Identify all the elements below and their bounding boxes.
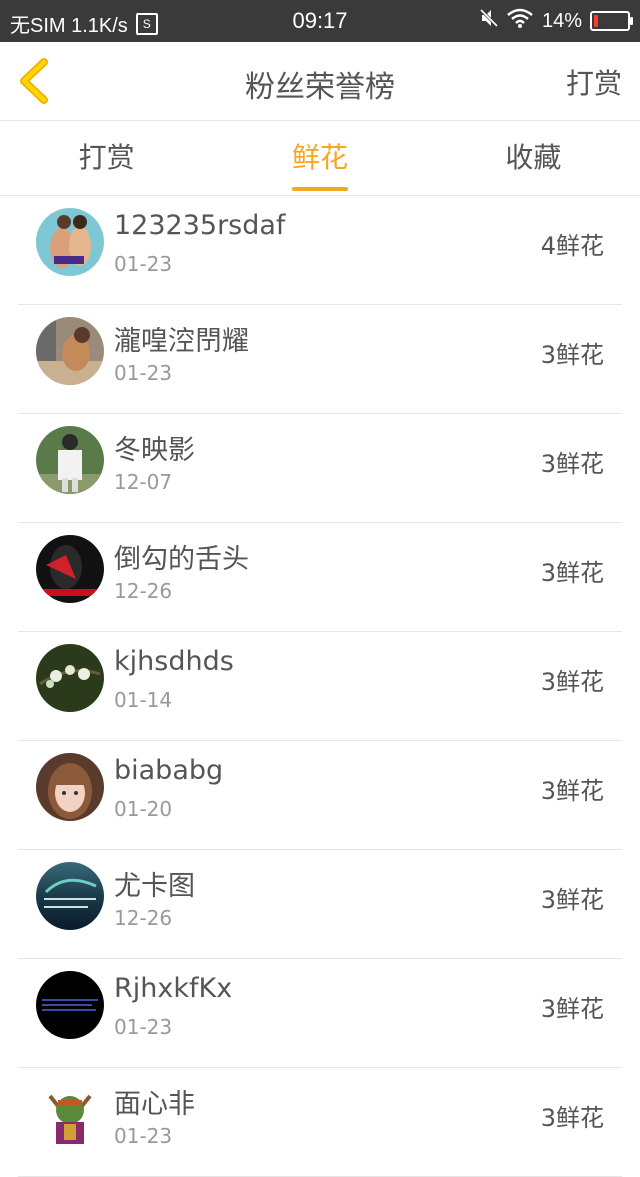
battery-icon xyxy=(590,11,633,31)
flower-count: 3鲜花 xyxy=(540,1104,604,1132)
reward-button[interactable]: 打赏 xyxy=(566,62,622,102)
list-item[interactable]: 冬映影 12-07 3鲜花 xyxy=(18,414,622,523)
list-item[interactable]: biababg 01-20 3鲜花 xyxy=(18,741,622,850)
avatar[interactable] xyxy=(36,535,104,603)
user-name: 倒勾的舌头 xyxy=(114,544,249,575)
flower-count: 3鲜花 xyxy=(540,559,604,587)
tab-bar: 打赏 鲜花 收藏 xyxy=(0,121,640,196)
page-title: 粉丝荣誉榜 xyxy=(245,70,395,105)
status-right: 14% xyxy=(479,8,633,34)
user-name: 瀧喤涳閅耀 xyxy=(114,326,249,357)
user-name: 面心非 xyxy=(114,1089,195,1120)
list-item[interactable]: 123235rsdaf 01-23 4鲜花 xyxy=(18,196,622,305)
avatar[interactable] xyxy=(36,971,104,1039)
flower-count: 3鲜花 xyxy=(540,450,604,478)
item-date: 01-23 xyxy=(114,1124,173,1148)
flower-count: 3鲜花 xyxy=(540,886,604,914)
flower-count: 3鲜花 xyxy=(540,777,604,805)
flower-count: 3鲜花 xyxy=(540,341,604,369)
flower-count: 3鲜花 xyxy=(540,668,604,696)
nav-bar: 粉丝荣誉榜 打赏 xyxy=(0,42,640,121)
item-date: 01-20 xyxy=(114,797,173,821)
tab-favorites[interactable]: 收藏 xyxy=(427,121,640,195)
list-item[interactable]: 倒勾的舌头 12-26 3鲜花 xyxy=(18,523,622,632)
battery-percent: 14% xyxy=(541,9,582,32)
item-date: 01-23 xyxy=(114,1015,173,1039)
status-bar: 无SIM 1.1K/s S 09:17 14% xyxy=(0,0,640,42)
avatar[interactable] xyxy=(36,317,104,385)
flower-count: 3鲜花 xyxy=(540,995,604,1023)
mute-icon xyxy=(479,8,499,34)
item-date: 01-14 xyxy=(114,688,173,712)
list-item[interactable]: 瀧喤涳閅耀 01-23 3鲜花 xyxy=(18,305,622,414)
battery-fill xyxy=(594,15,598,27)
wifi-icon xyxy=(506,8,534,34)
avatar[interactable] xyxy=(36,208,104,276)
tab-flowers[interactable]: 鲜花 xyxy=(213,121,426,195)
tab-reward[interactable]: 打赏 xyxy=(0,121,213,195)
user-name: 尤卡图 xyxy=(114,871,195,902)
user-name: RjhxkfKx xyxy=(114,973,233,1004)
fan-ranking-list: 123235rsdaf 01-23 4鲜花 瀧喤涳閅耀 01-23 3鲜花 冬映… xyxy=(0,196,640,1177)
avatar[interactable] xyxy=(36,753,104,821)
item-date: 12-26 xyxy=(114,906,173,930)
list-item[interactable]: 面心非 01-23 3鲜花 xyxy=(18,1068,622,1177)
flower-count: 4鲜花 xyxy=(540,232,604,260)
list-item[interactable]: RjhxkfKx 01-23 3鲜花 xyxy=(18,959,622,1068)
avatar[interactable] xyxy=(36,426,104,494)
user-name: 123235rsdaf xyxy=(114,210,286,241)
list-item[interactable]: kjhsdhds 01-14 3鲜花 xyxy=(18,632,622,741)
user-name: biababg xyxy=(114,755,224,786)
avatar[interactable] xyxy=(36,644,104,712)
item-date: 12-07 xyxy=(114,470,173,494)
user-name: kjhsdhds xyxy=(114,646,234,677)
item-date: 12-26 xyxy=(114,579,173,603)
avatar[interactable] xyxy=(36,862,104,930)
user-name: 冬映影 xyxy=(114,435,195,466)
item-date: 01-23 xyxy=(114,252,173,276)
list-item[interactable]: 尤卡图 12-26 3鲜花 xyxy=(18,850,622,959)
item-date: 01-23 xyxy=(114,361,173,385)
